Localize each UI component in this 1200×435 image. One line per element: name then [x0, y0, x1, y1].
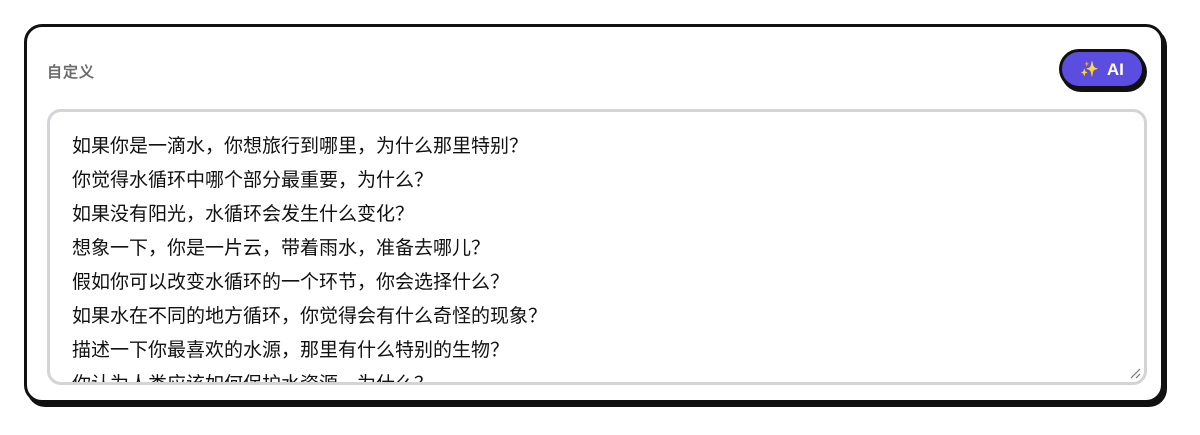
textarea-line: 想象一下，你是一片云，带着雨水，准备去哪儿？	[72, 237, 491, 259]
questions-textarea[interactable]: 如果你是一滴水，你想旅行到哪里，为什么那里特别？ 你觉得水循环中哪个部分最重要，…	[47, 109, 1147, 385]
textarea-line: 描述一下你最喜欢的水源，那里有什么特别的生物？	[72, 339, 510, 361]
textarea-line: 假如你可以改变水循环的一个环节，你会选择什么？	[72, 271, 510, 293]
sparkles-icon: ✨	[1080, 59, 1099, 78]
card-header: 自定义 ✨ AI	[47, 49, 1145, 95]
textarea-content[interactable]: 如果你是一滴水，你想旅行到哪里，为什么那里特别？ 你觉得水循环中哪个部分最重要，…	[72, 129, 1122, 382]
resize-handle-icon[interactable]	[1129, 367, 1141, 379]
textarea-line: 如果没有阳光，水循环会发生什么变化？	[72, 203, 415, 225]
section-label: 自定义	[47, 63, 96, 81]
custom-prompt-card: 自定义 ✨ AI 如果你是一滴水，你想旅行到哪里，为什么那里特别？ 你觉得水循环…	[24, 24, 1164, 403]
textarea-line: 如果你是一滴水，你想旅行到哪里，为什么那里特别？	[72, 135, 529, 157]
textarea-line: 你认为人类应该如何保护水资源，为什么？	[72, 367, 1122, 382]
textarea-line: 你觉得水循环中哪个部分最重要，为什么？	[72, 169, 434, 191]
ai-button-label: AI	[1106, 59, 1124, 79]
textarea-line: 如果水在不同的地方循环，你觉得会有什么奇怪的现象？	[72, 305, 548, 327]
ai-generate-button[interactable]: ✨ AI	[1059, 49, 1145, 89]
